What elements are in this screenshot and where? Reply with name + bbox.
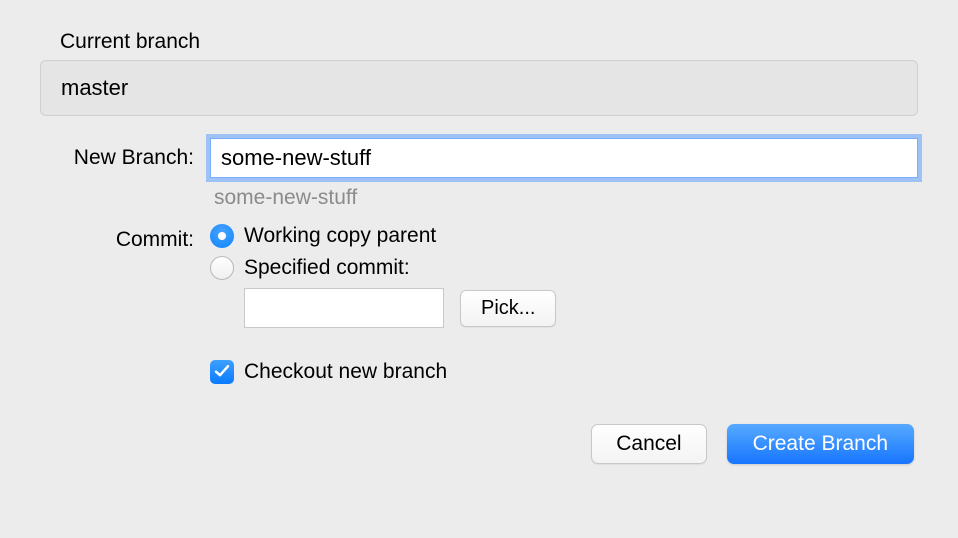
new-branch-hint: some-new-stuff — [214, 186, 918, 210]
new-branch-input[interactable] — [210, 138, 918, 178]
radio-working-copy-label: Working copy parent — [244, 224, 436, 248]
radio-button-icon — [210, 256, 234, 280]
dialog-buttons: Cancel Create Branch — [40, 424, 918, 464]
checkbox-icon — [210, 360, 234, 384]
pick-button[interactable]: Pick... — [460, 290, 556, 327]
radio-working-copy-parent[interactable]: Working copy parent — [210, 224, 918, 248]
radio-specified-commit[interactable]: Specified commit: — [210, 256, 918, 280]
cancel-button[interactable]: Cancel — [591, 424, 706, 464]
new-branch-label: New Branch: — [40, 138, 210, 170]
current-branch-label: Current branch — [60, 30, 918, 54]
new-branch-row: New Branch: some-new-stuff — [40, 138, 918, 210]
create-branch-button[interactable]: Create Branch — [727, 424, 914, 464]
checkout-checkbox-row[interactable]: Checkout new branch — [210, 360, 918, 384]
radio-button-icon — [210, 224, 234, 248]
commit-row: Commit: Working copy parent Specified co… — [40, 220, 918, 350]
checkout-checkbox-label: Checkout new branch — [244, 360, 447, 384]
current-branch-value: master — [40, 60, 918, 116]
current-branch-section: Current branch master — [40, 30, 918, 116]
commit-label: Commit: — [40, 220, 210, 252]
specified-commit-input[interactable] — [244, 288, 444, 328]
radio-specified-label: Specified commit: — [244, 256, 410, 280]
